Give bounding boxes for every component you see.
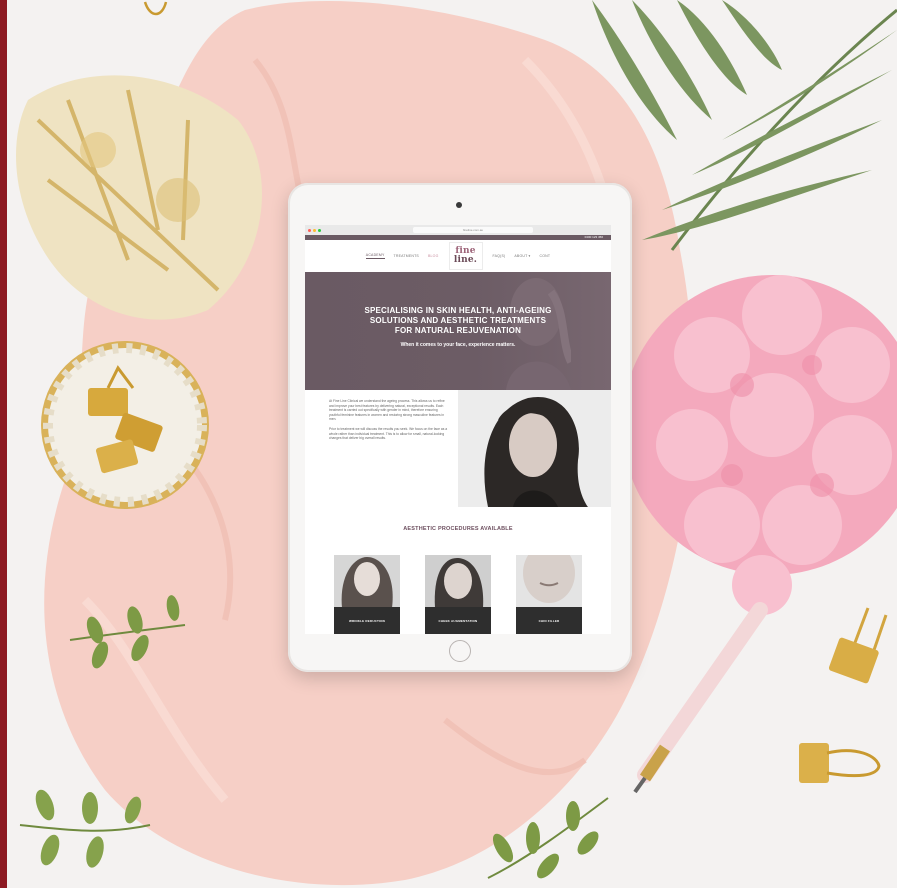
procedure-image bbox=[334, 555, 400, 608]
procedure-label: WRINKLE REDUCTION bbox=[334, 607, 400, 634]
binder-clip-icon bbox=[828, 607, 888, 684]
pink-hydrangea-icon bbox=[622, 275, 897, 615]
procedures-title: AESTHETIC PROCEDURES AVAILABLE bbox=[403, 526, 513, 532]
gold-leaf-icon bbox=[15, 75, 262, 320]
hero-banner: SPECIALISING IN SKIN HEALTH, ANTI-AGEING… bbox=[305, 272, 611, 390]
binder-clip-icon bbox=[799, 743, 881, 783]
pink-pen-icon bbox=[633, 602, 768, 794]
camera-icon bbox=[456, 202, 462, 208]
gold-bowl-icon bbox=[41, 341, 209, 509]
minimize-dot-icon[interactable] bbox=[313, 228, 316, 232]
site-logo[interactable]: fine line. bbox=[448, 242, 483, 270]
intro-portrait-image bbox=[458, 390, 611, 507]
intro-section: At Fine Line Clinical we understand the … bbox=[305, 390, 611, 507]
procedure-image bbox=[516, 555, 582, 608]
hero-subheading: When it comes to your face, experience m… bbox=[400, 342, 516, 348]
procedure-cards: WRINKLE REDUCTION CHEEK AUGMENTATION CHI… bbox=[305, 555, 611, 634]
hero-heading: SPECIALISING IN SKIN HEALTH, ANTI-AGEING… bbox=[364, 306, 552, 335]
tablet-device: fineline.com.au 0400 123 456 ACADEMY TRE… bbox=[288, 183, 632, 672]
procedure-image bbox=[425, 555, 491, 608]
nav-item-treatments[interactable]: TREATMENTS bbox=[394, 254, 419, 258]
website-screen: fineline.com.au 0400 123 456 ACADEMY TRE… bbox=[305, 225, 611, 634]
procedure-label: CHEEK AUGMENTATION bbox=[425, 607, 491, 634]
address-bar[interactable]: fineline.com.au bbox=[413, 227, 533, 233]
nav-item-about[interactable]: ABOUT ▾ bbox=[514, 254, 530, 258]
nav-right-group: FAQ(S) ABOUT ▾ CONT bbox=[493, 254, 551, 258]
home-button[interactable] bbox=[449, 640, 471, 662]
intro-paragraph: Prior to treatment we will discuss the r… bbox=[329, 426, 448, 441]
procedure-card[interactable]: CHEEK AUGMENTATION bbox=[425, 555, 491, 634]
green-sprig-icon bbox=[19, 789, 151, 868]
nav-item-academy[interactable]: ACADEMY bbox=[365, 253, 385, 259]
logo-line2: line. bbox=[453, 255, 478, 265]
nav-item-contact[interactable]: CONT bbox=[540, 254, 551, 258]
portrait-photo bbox=[458, 390, 611, 507]
maximize-dot-icon[interactable] bbox=[318, 228, 321, 232]
intro-paragraph: At Fine Line Clinical we understand the … bbox=[329, 399, 445, 422]
procedures-section: AESTHETIC PROCEDURES AVAILABLE WRINKLE R… bbox=[305, 507, 611, 634]
green-sprig-icon bbox=[487, 797, 609, 879]
browser-chrome: fineline.com.au bbox=[305, 225, 611, 235]
close-dot-icon[interactable] bbox=[308, 228, 311, 232]
brand-stripe bbox=[0, 0, 7, 888]
procedure-label: CHIN FILLER bbox=[516, 607, 582, 634]
procedure-card[interactable]: CHIN FILLER bbox=[516, 555, 582, 634]
nav-left-group: ACADEMY TREATMENTS BLOG bbox=[365, 253, 439, 259]
green-sprig-icon bbox=[69, 595, 186, 669]
intro-text: At Fine Line Clinical we understand the … bbox=[305, 390, 458, 507]
site-navigation: ACADEMY TREATMENTS BLOG fine line. FAQ(S… bbox=[305, 240, 611, 272]
procedure-card[interactable]: WRINKLE REDUCTION bbox=[334, 555, 400, 634]
binder-clip-icon bbox=[143, 1, 168, 16]
nav-item-blog[interactable]: BLOG bbox=[428, 254, 439, 258]
nav-item-faqs[interactable]: FAQ(S) bbox=[493, 254, 506, 258]
